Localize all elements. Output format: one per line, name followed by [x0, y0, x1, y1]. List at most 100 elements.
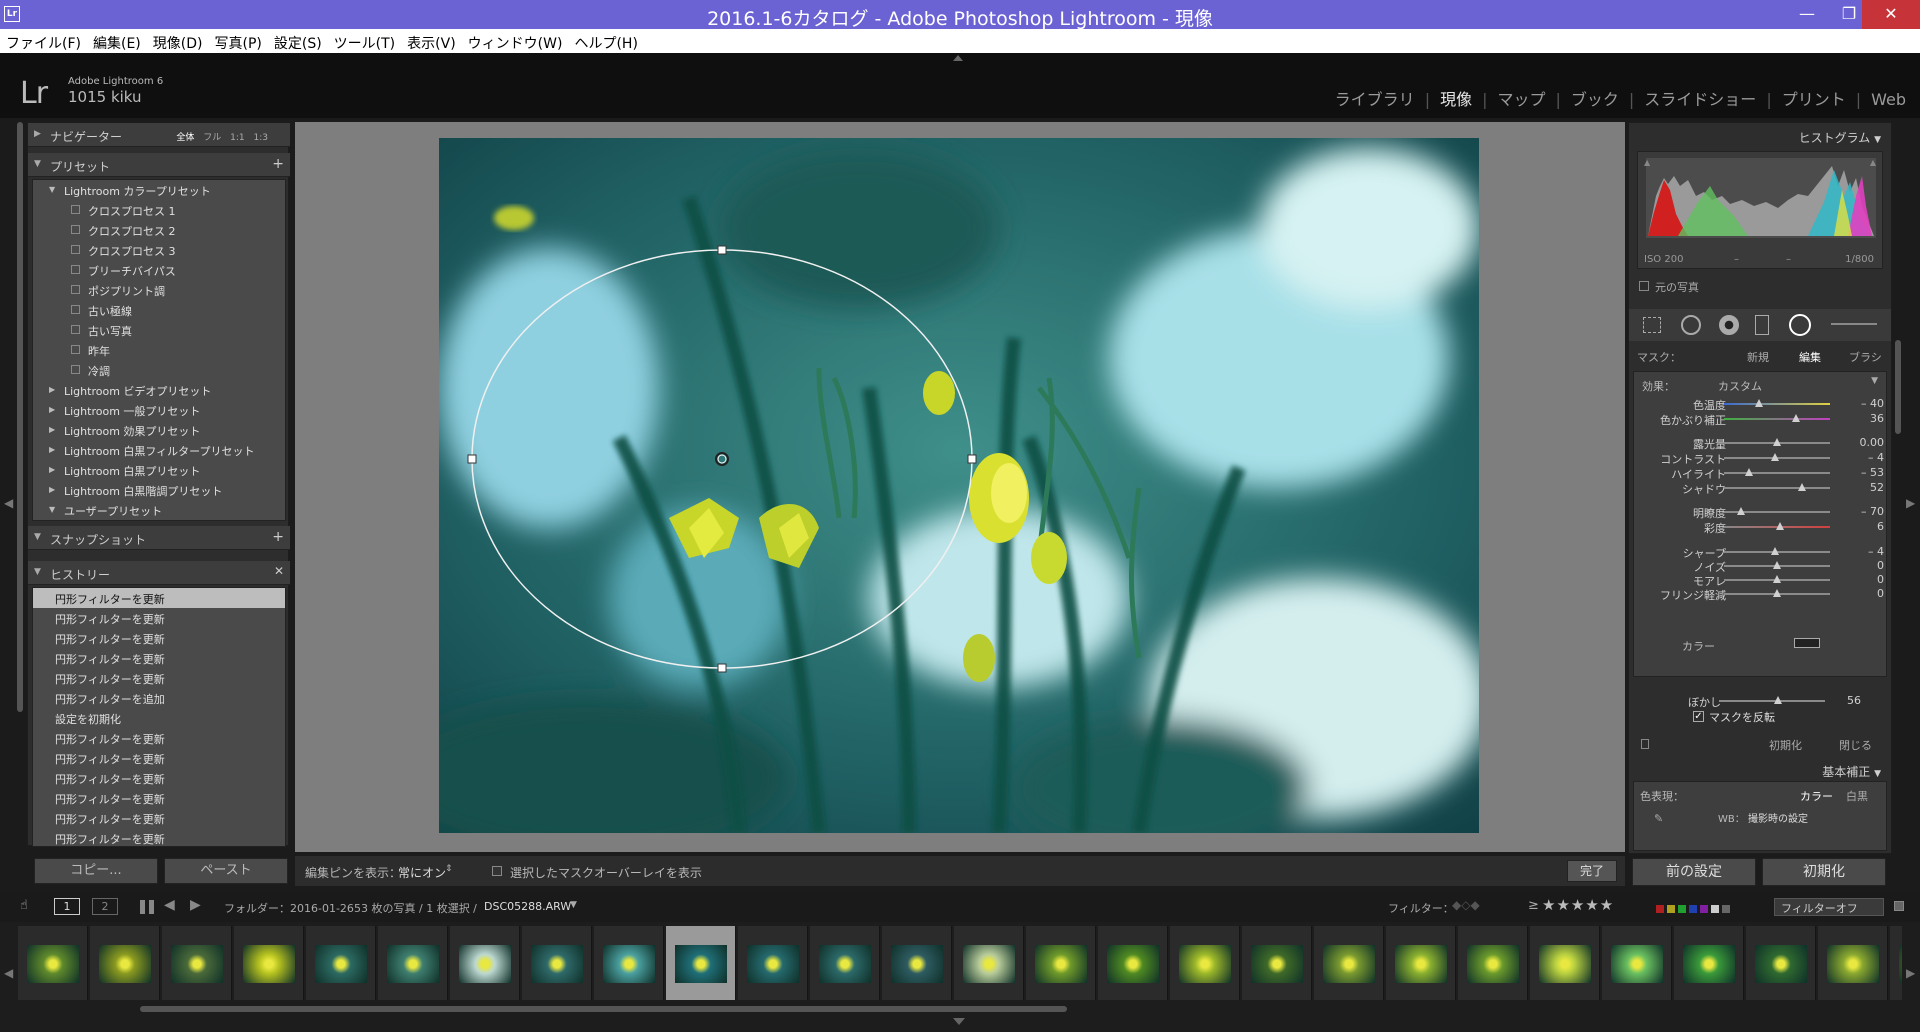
- filmstrip-thumbnail[interactable]: [234, 926, 304, 1000]
- zoom-fill[interactable]: フル: [203, 133, 221, 143]
- slider-value[interactable]: 36: [1854, 412, 1884, 425]
- menu-develop[interactable]: 現像(D): [147, 29, 209, 53]
- menu-edit[interactable]: 編集(E): [87, 29, 147, 53]
- folder-path[interactable]: フォルダー：2016-01-26: [224, 900, 354, 916]
- menu-view[interactable]: 表示(V): [401, 29, 462, 53]
- slider-value[interactable]: 0: [1854, 559, 1884, 572]
- slider-track[interactable]: [1724, 472, 1830, 474]
- slider-knob[interactable]: [1773, 561, 1781, 569]
- filename-dropdown-icon[interactable]: ▼: [570, 900, 577, 910]
- menu-photo[interactable]: 写真(P): [208, 29, 267, 53]
- effect-slider[interactable]: 色かぶり補正 36: [1634, 411, 1896, 427]
- slider-value[interactable]: 0: [1854, 587, 1884, 600]
- filmstrip-right-arrow-icon[interactable]: ▶: [1906, 966, 1915, 980]
- module-slideshow[interactable]: スライドショー: [1634, 90, 1766, 109]
- slider-value[interactable]: – 40: [1854, 397, 1884, 410]
- bottom-panel-toggle-icon[interactable]: [953, 1018, 965, 1025]
- mask-edit[interactable]: 編集: [1799, 349, 1821, 365]
- effect-slider[interactable]: シャドウ 52: [1634, 480, 1896, 496]
- menu-tools[interactable]: ツール(T): [328, 29, 401, 53]
- hand-tool-icon[interactable]: ☝: [20, 898, 28, 913]
- main-photo[interactable]: [439, 138, 1479, 833]
- history-item[interactable]: 円形フィルターを更新: [33, 828, 285, 846]
- wb-eyedropper-icon[interactable]: ✎: [1654, 812, 1663, 825]
- filmstrip-thumbnail[interactable]: [306, 926, 376, 1000]
- mask-brush[interactable]: ブラシ: [1849, 349, 1882, 365]
- clear-history-icon[interactable]: ✕: [274, 564, 284, 578]
- preset-item[interactable]: 昨年: [33, 340, 285, 360]
- histogram-header[interactable]: ヒストグラム ▼: [1799, 129, 1881, 146]
- effect-slider[interactable]: 彩度 6: [1634, 519, 1896, 535]
- minimize-button[interactable]: —: [1786, 0, 1828, 29]
- menu-help[interactable]: ヘルプ(H): [568, 29, 643, 53]
- preset-folder[interactable]: ▶ Lightroom 白黒プリセット: [33, 460, 285, 480]
- slider-knob[interactable]: [1745, 468, 1753, 476]
- preset-item[interactable]: クロスプロセス 2: [33, 220, 285, 240]
- add-snapshot-icon[interactable]: +: [272, 529, 284, 545]
- slider-value[interactable]: – 4: [1854, 545, 1884, 558]
- flag-filter-icons[interactable]: ◆◇◆: [1452, 898, 1480, 912]
- module-print[interactable]: プリント: [1772, 90, 1856, 109]
- slider-value[interactable]: – 4: [1854, 451, 1884, 464]
- history-item[interactable]: 円形フィルターを更新: [33, 608, 285, 628]
- history-item[interactable]: 円形フィルターを更新: [33, 728, 285, 748]
- slider-knob[interactable]: [1798, 483, 1806, 491]
- invert-mask-checkbox[interactable]: ✓: [1693, 711, 1704, 722]
- preset-folder[interactable]: ▶ Lightroom 白黒フィルタープリセット: [33, 440, 285, 460]
- feather-value[interactable]: 56: [1831, 694, 1861, 707]
- slider-track[interactable]: [1724, 418, 1830, 420]
- spot-removal-icon[interactable]: [1681, 315, 1701, 335]
- filmstrip-thumbnail[interactable]: [378, 926, 448, 1000]
- history-header[interactable]: ▼ ヒストリー ✕: [28, 561, 290, 585]
- graduated-filter-icon[interactable]: [1755, 315, 1769, 335]
- rating-operator[interactable]: ≥: [1528, 898, 1539, 913]
- slider-value[interactable]: 0.00: [1854, 436, 1885, 449]
- preset-item[interactable]: ポジプリント調: [33, 280, 285, 300]
- module-develop[interactable]: 現像: [1430, 90, 1482, 109]
- overlay-checkbox[interactable]: [492, 866, 502, 876]
- color-label-filter[interactable]: [1656, 902, 1738, 913]
- histogram-box[interactable]: ▲ ▲ ISO 200 – – 1/800: [1637, 151, 1883, 269]
- slider-knob[interactable]: [1773, 589, 1781, 597]
- history-item[interactable]: 円形フィルターを更新: [33, 588, 285, 608]
- preset-item[interactable]: 古い極線: [33, 300, 285, 320]
- effect-slider[interactable]: 色温度 – 40: [1634, 396, 1896, 412]
- preset-item[interactable]: 古い写真: [33, 320, 285, 340]
- history-item[interactable]: 円形フィルターを更新: [33, 748, 285, 768]
- slider-knob[interactable]: [1776, 522, 1784, 530]
- preset-folder[interactable]: ▶ Lightroom 白黒階調プリセット: [33, 480, 285, 500]
- filmstrip-thumbnail[interactable]: [1314, 926, 1384, 1000]
- previous-settings-button[interactable]: 前の設定: [1632, 858, 1756, 886]
- yellow-label-icon[interactable]: [1667, 905, 1675, 913]
- mask-reset-button[interactable]: 初期化: [1769, 737, 1802, 753]
- history-item[interactable]: 円形フィルターを追加: [33, 688, 285, 708]
- zoom-1-3[interactable]: 1:3: [254, 133, 268, 143]
- red-label-icon[interactable]: [1656, 905, 1664, 913]
- crop-tool-icon[interactable]: [1643, 317, 1661, 333]
- pin-dropdown[interactable]: 常にオン: [398, 864, 446, 881]
- filmstrip-thumbnail[interactable]: [18, 926, 88, 1000]
- filmstrip-thumbnail[interactable]: [882, 926, 952, 1000]
- module-web[interactable]: Web: [1861, 90, 1916, 109]
- history-item[interactable]: 設定を初期化: [33, 708, 285, 728]
- filmstrip-thumbnail[interactable]: [1818, 926, 1888, 1000]
- slider-track[interactable]: [1724, 487, 1830, 489]
- zoom-1-1[interactable]: 1:1: [230, 133, 244, 143]
- filmstrip-thumbnail[interactable]: [1674, 926, 1744, 1000]
- mask-close-button[interactable]: 閉じる: [1839, 737, 1872, 753]
- left-panel-toggle-icon[interactable]: ◀: [4, 496, 13, 510]
- preset-folder[interactable]: ▼ ユーザープリセット: [33, 500, 285, 520]
- right-panel-toggle-icon[interactable]: ▶: [1906, 496, 1915, 510]
- slider-track[interactable]: [1719, 700, 1825, 702]
- star-rating-filter[interactable]: ★★★★★: [1542, 896, 1614, 914]
- filmstrip-thumbnail[interactable]: [1026, 926, 1096, 1000]
- zoom-fit[interactable]: 全体: [176, 133, 194, 143]
- menu-file[interactable]: ファイル(F): [0, 29, 87, 53]
- slider-value[interactable]: – 53: [1854, 466, 1884, 479]
- add-preset-icon[interactable]: +: [272, 156, 284, 172]
- filmstrip-scrollbar[interactable]: [140, 1006, 1067, 1012]
- module-map[interactable]: マップ: [1487, 90, 1555, 109]
- green-label-icon[interactable]: [1678, 905, 1686, 913]
- preset-folder[interactable]: ▶ Lightroom 一般プリセット: [33, 400, 285, 420]
- top-panel-toggle-icon[interactable]: [953, 55, 963, 61]
